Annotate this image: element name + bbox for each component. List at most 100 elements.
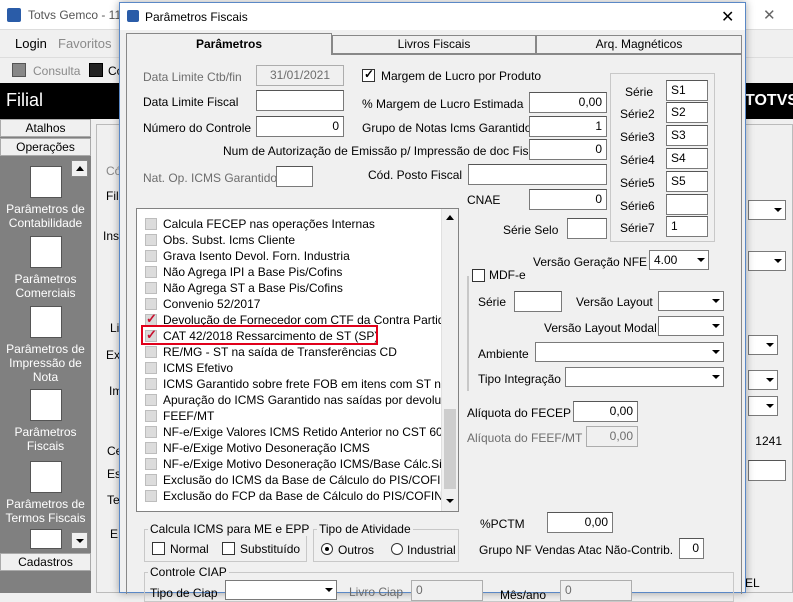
bg-combo[interactable] xyxy=(748,396,778,416)
serie2-field[interactable]: S2 xyxy=(666,102,708,123)
versao-nfe-select[interactable]: 4.00 xyxy=(649,250,709,270)
list-item[interactable]: Obs. Subst. Icms Cliente xyxy=(145,232,295,248)
scroll-down-icon[interactable] xyxy=(446,499,454,503)
list-item[interactable]: NF-e/Exige Motivo Desoneração ICMS/Base … xyxy=(145,456,458,472)
industrial-radio[interactable] xyxy=(391,543,403,555)
ambiente-select[interactable] xyxy=(535,342,724,362)
serie-selo-field[interactable] xyxy=(567,218,607,239)
list-item[interactable]: Grava Isento Devol. Forn. Industria xyxy=(145,248,350,264)
sidebar-item-contabilidade[interactable]: Parâmetros de Contabilidade xyxy=(0,164,91,234)
list-item[interactable]: Apuração do ICMS Garantido nas saídas po… xyxy=(145,392,458,408)
serie-field[interactable]: S1 xyxy=(666,80,708,101)
scroll-up-icon[interactable] xyxy=(446,215,454,220)
numero-controle-field[interactable]: 0 xyxy=(256,116,344,137)
mes-ano-field[interactable]: 0 xyxy=(560,580,632,601)
list-checkbox[interactable] xyxy=(145,346,157,358)
sidebar-item-impressao[interactable]: Parâmetros de Impressão de Nota xyxy=(0,304,91,389)
list-checkbox[interactable] xyxy=(145,378,157,390)
bg-combo[interactable] xyxy=(748,251,786,271)
tab-cadastros-label: Cadastros xyxy=(18,555,73,569)
list-item[interactable]: Convenio 52/2017 xyxy=(145,296,260,312)
grupo-notas-field[interactable]: 1 xyxy=(529,116,607,137)
cnae-field[interactable]: 0 xyxy=(529,189,607,210)
mdfe-serie-field[interactable] xyxy=(514,291,562,312)
bg-combo[interactable] xyxy=(748,370,778,390)
margem-lucro-produto-label: Margem de Lucro por Produto xyxy=(381,69,542,83)
header-title: Filial xyxy=(6,90,44,110)
list-checkbox[interactable] xyxy=(145,394,157,406)
data-limite-ctb-field[interactable]: 31/01/2021 xyxy=(256,65,344,86)
sidebar-scroll-down[interactable] xyxy=(71,532,88,549)
list-checkbox[interactable] xyxy=(145,362,157,374)
outros-radio[interactable] xyxy=(321,543,333,555)
list-item[interactable]: Não Agrega IPI a Base Pis/Cofins xyxy=(145,264,342,280)
list-checkbox[interactable] xyxy=(145,474,157,486)
grupo-nf-field[interactable]: 0 xyxy=(679,538,704,559)
margem-lucro-produto-checkbox[interactable]: ✓ xyxy=(362,67,375,82)
serie5-field[interactable]: S5 xyxy=(666,171,708,192)
aliquota-fecep-field[interactable]: 0,00 xyxy=(573,401,638,422)
list-checkbox[interactable] xyxy=(145,218,157,230)
bg-combo[interactable] xyxy=(748,335,778,355)
substituido-checkbox[interactable] xyxy=(222,542,235,555)
serie6-field[interactable] xyxy=(666,194,708,215)
sidebar-item-fiscais[interactable]: Parâmetros Fiscais xyxy=(0,387,91,457)
tipo-integracao-select[interactable] xyxy=(565,367,724,387)
list-scrollbar[interactable] xyxy=(441,209,458,511)
menu-login[interactable]: Login xyxy=(15,36,47,51)
mdfe-checkbox[interactable] xyxy=(472,269,485,282)
nat-op-field[interactable] xyxy=(276,166,313,187)
list-item[interactable]: NF-e/Exige Motivo Desoneração ICMS xyxy=(145,440,370,456)
serie3-field[interactable]: S3 xyxy=(666,125,708,146)
list-checkbox[interactable] xyxy=(145,410,157,422)
options-checklist[interactable]: Calcula FECEP nas operações Internas Obs… xyxy=(136,208,459,512)
list-item[interactable]: Exclusão do FCP da Base de Cálculo do PI… xyxy=(145,488,451,504)
scroll-thumb[interactable] xyxy=(444,409,456,489)
list-checkbox[interactable] xyxy=(145,298,157,310)
versao-layout-select[interactable] xyxy=(658,291,724,311)
list-item[interactable]: FEEF/MT xyxy=(145,408,214,424)
bg-close-icon[interactable]: ✕ xyxy=(763,6,776,24)
tab-operacoes[interactable]: Operações xyxy=(0,138,91,156)
pct-margem-field[interactable]: 0,00 xyxy=(529,92,607,113)
livro-ciap-field[interactable]: 0 xyxy=(411,580,483,601)
serie4-field[interactable]: S4 xyxy=(666,148,708,169)
serie7-field[interactable]: 1 xyxy=(666,216,708,237)
normal-checkbox[interactable] xyxy=(152,542,165,555)
list-checkbox[interactable] xyxy=(145,250,157,262)
list-checkbox[interactable] xyxy=(145,234,157,246)
list-item[interactable]: ICMS Efetivo xyxy=(145,360,233,376)
list-checkbox[interactable] xyxy=(145,442,157,454)
menu-favoritos[interactable]: Favoritos xyxy=(58,36,111,51)
tipo-ciap-select[interactable] xyxy=(225,580,337,600)
cod-posto-field[interactable] xyxy=(468,164,607,185)
tab-arq-magneticos[interactable]: Arq. Magnéticos xyxy=(536,35,742,54)
list-checkbox[interactable] xyxy=(145,458,157,470)
list-item[interactable]: Exclusão do ICMS da Base de Cálculo do P… xyxy=(145,472,457,488)
bg-input[interactable] xyxy=(748,460,786,481)
list-item[interactable]: NF-e/Exige Valores ICMS Retido Anterior … xyxy=(145,424,443,440)
versao-layout-modal-select[interactable] xyxy=(658,316,724,336)
tab-cadastros[interactable]: Cadastros xyxy=(0,553,91,571)
bg-combo[interactable] xyxy=(748,200,786,220)
close-icon[interactable]: ✕ xyxy=(721,7,734,27)
list-checkbox[interactable] xyxy=(145,490,157,502)
list-checkbox[interactable] xyxy=(145,426,157,438)
sidebar-item-termos[interactable]: Parâmetros de Termos Fiscais xyxy=(0,459,91,529)
pctm-field[interactable]: 0,00 xyxy=(547,512,613,533)
list-item[interactable]: RE/MG - ST na saída de Transferências CD xyxy=(145,344,397,360)
list-checkbox[interactable] xyxy=(145,282,157,294)
tab-atalhos[interactable]: Atalhos xyxy=(0,119,91,137)
sidebar-item-comerciais[interactable]: Parâmetros Comerciais xyxy=(0,234,91,304)
list-item[interactable]: ICMS Garantido sobre frete FOB em itens … xyxy=(145,376,458,392)
num-autorizacao-field[interactable]: 0 xyxy=(529,139,607,160)
data-limite-fiscal-field[interactable] xyxy=(256,90,344,111)
tab-livros-fiscais[interactable]: Livros Fiscais xyxy=(332,35,536,54)
list-checkbox[interactable] xyxy=(145,266,157,278)
list-item[interactable]: Calcula FECEP nas operações Internas xyxy=(145,216,375,232)
tab-parametros[interactable]: Parâmetros xyxy=(126,33,332,55)
bg-value-field[interactable]: 1241 xyxy=(748,432,786,453)
aliquota-feef-field[interactable]: 0,00 xyxy=(586,426,638,447)
list-item[interactable]: Não Agrega ST a Base Pis/Cofins xyxy=(145,280,343,296)
consulta-button[interactable]: Consulta xyxy=(33,64,80,78)
